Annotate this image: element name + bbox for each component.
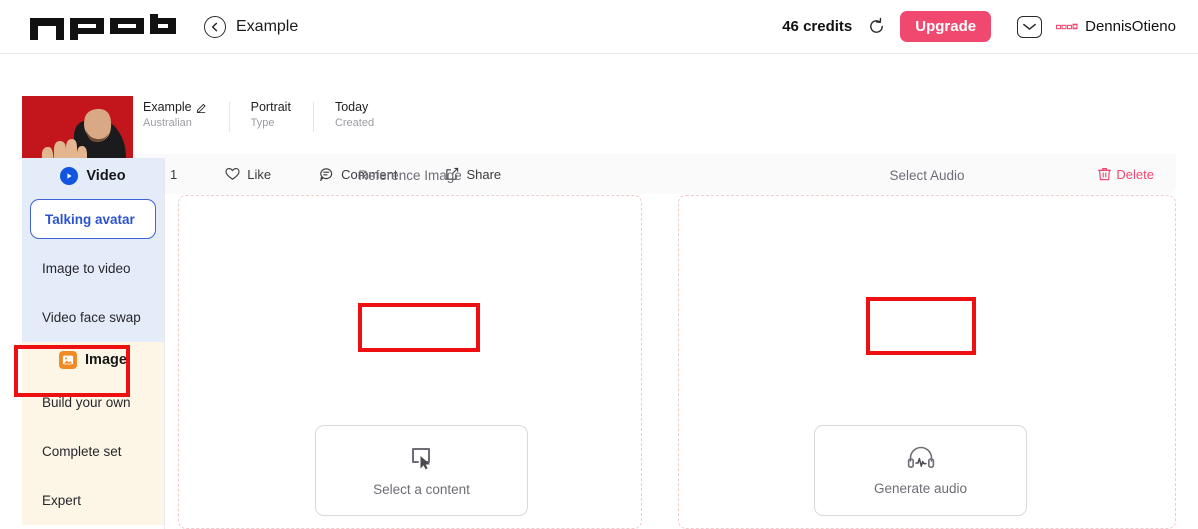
sidebar-section-heading-video: Video xyxy=(22,158,164,194)
top-header: Example 46 credits Upgrade DennisOtieno xyxy=(0,0,1198,54)
sidebar-item-label: Image to video xyxy=(42,261,131,276)
avatar xyxy=(1056,15,1079,38)
sidebar-item-label: Expert xyxy=(42,493,82,508)
meta-title: Today xyxy=(334,100,369,114)
sidebar-section-heading-image: Image xyxy=(22,342,164,378)
sidebar-section-video: Video Talking avatar Image to video Vide… xyxy=(22,158,164,342)
choice-label: Select a content xyxy=(373,482,470,497)
meta-item: Example Australian xyxy=(143,100,229,129)
generate-audio-button[interactable]: Generate audio xyxy=(814,425,1027,516)
header-right-cluster: 46 credits Upgrade DennisOtieno xyxy=(782,11,1176,42)
project-meta: Example Australian Portrait Type Today C… xyxy=(143,100,396,134)
sidebar-section-image: Image Build your own Complete set Expert xyxy=(22,342,164,525)
project-info-strip: Example Australian Portrait Type Today C… xyxy=(0,54,1198,194)
pencil-icon[interactable] xyxy=(196,102,207,113)
sidebar-heading-label: Image xyxy=(85,352,127,368)
meta-title: Example xyxy=(143,100,192,114)
brand-logo[interactable] xyxy=(28,13,176,40)
mode-sidebar: Video Talking avatar Image to video Vide… xyxy=(22,158,165,529)
meta-item: Portrait Type xyxy=(228,100,313,132)
select-content-icon xyxy=(408,444,435,471)
sidebar-item-image-to-video[interactable]: Image to video xyxy=(22,244,164,293)
mail-icon[interactable] xyxy=(1017,15,1043,38)
chevron-left-circle-icon[interactable] xyxy=(204,15,226,38)
back-navigation[interactable]: Example xyxy=(204,15,299,38)
meta-title: Portrait xyxy=(250,100,291,114)
sidebar-item-label: Complete set xyxy=(42,444,122,459)
meta-title-row: Example xyxy=(143,100,207,114)
select-audio-title: Select Audio xyxy=(889,168,965,183)
meta-subtitle: Created xyxy=(334,117,375,129)
user-name: DennisOtieno xyxy=(1085,18,1176,35)
meta-subtitle: Australian xyxy=(143,117,192,129)
headphones-icon xyxy=(906,445,936,470)
sidebar-item-video-face-swap[interactable]: Video face swap xyxy=(22,293,164,342)
sidebar-item-build-your-own[interactable]: Build your own xyxy=(22,378,164,427)
play-circle-icon xyxy=(60,167,79,185)
sidebar-item-talking-avatar[interactable]: Talking avatar xyxy=(30,199,156,239)
upgrade-button[interactable]: Upgrade xyxy=(900,11,992,42)
credits-label: 46 credits xyxy=(782,18,853,35)
meta-title-row: Portrait xyxy=(251,100,291,114)
meta-subtitle: Type xyxy=(250,117,275,129)
user-menu[interactable]: DennisOtieno xyxy=(1056,15,1176,38)
page-title: Example xyxy=(236,17,299,35)
workspace: Video Talking avatar Image to video Vide… xyxy=(0,151,1198,529)
reference-image-title: Reference Image xyxy=(358,168,462,183)
sidebar-item-expert[interactable]: Expert xyxy=(22,476,164,525)
refresh-icon[interactable] xyxy=(866,17,886,37)
choice-label: Generate audio xyxy=(873,481,968,496)
app-root: Example 46 credits Upgrade DennisOtieno … xyxy=(0,0,1198,529)
apob-logo-icon xyxy=(28,13,176,40)
sidebar-item-label: Talking avatar xyxy=(45,211,135,227)
meta-title-row: Today xyxy=(335,100,374,114)
picture-icon xyxy=(59,351,78,369)
select-a-content-button[interactable]: Select a content xyxy=(315,425,528,516)
sidebar-item-label: Build your own xyxy=(42,395,131,410)
sidebar-item-label: Video face swap xyxy=(42,310,141,325)
sidebar-heading-label: Video xyxy=(86,168,126,184)
sidebar-item-complete-set[interactable]: Complete set xyxy=(22,427,164,476)
meta-item: Today Created xyxy=(312,100,396,132)
